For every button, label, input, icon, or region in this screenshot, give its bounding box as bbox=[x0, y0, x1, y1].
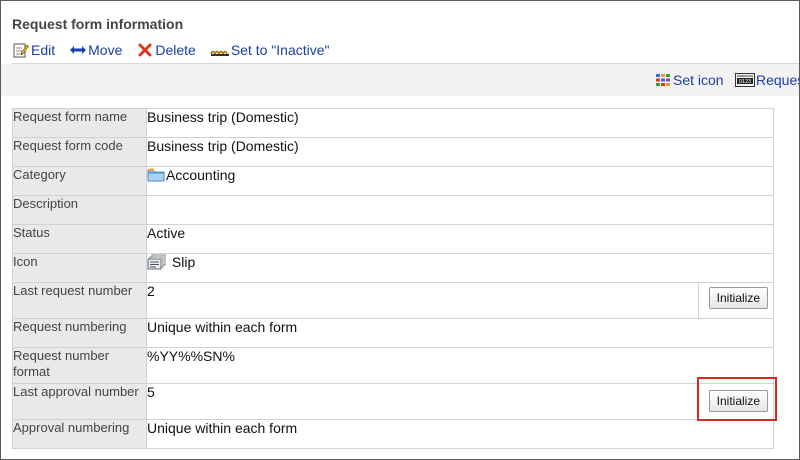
approval-numbering-value: Unique within each form bbox=[146, 419, 774, 449]
folder-icon bbox=[147, 167, 165, 186]
table-row: Request form name Business trip (Domesti… bbox=[12, 108, 774, 138]
icon-name: Slip bbox=[171, 254, 196, 270]
window-frame: Request form information Edit Move Delet… bbox=[0, 0, 800, 460]
table-row: Request numbering Unique within each for… bbox=[12, 318, 774, 348]
row-label: Request form name bbox=[12, 108, 147, 138]
edit-link[interactable]: Edit bbox=[12, 42, 55, 58]
slip-icon bbox=[147, 254, 167, 273]
initialize-approval-number-button[interactable]: Initialize bbox=[708, 390, 768, 412]
row-label: Last approval number bbox=[12, 383, 147, 420]
table-row: Icon Slip bbox=[12, 253, 774, 283]
request-number-label: Reques bbox=[756, 72, 800, 88]
row-label: Icon bbox=[12, 253, 147, 283]
move-arrows-icon bbox=[69, 42, 87, 58]
grid-icon bbox=[654, 72, 672, 88]
last-request-number-value: 2 bbox=[146, 282, 699, 319]
edit-label: Edit bbox=[31, 42, 56, 58]
action-cell: Initialize bbox=[698, 282, 774, 319]
table-row: Approval numbering Unique within each fo… bbox=[12, 419, 774, 449]
request-number-link[interactable]: 0123 Reques bbox=[735, 71, 800, 89]
set-icon-link[interactable]: Set icon bbox=[654, 71, 724, 89]
set-icon-label: Set icon bbox=[673, 72, 724, 88]
row-label: Request number format bbox=[12, 347, 147, 384]
initialize-request-number-button[interactable]: Initialize bbox=[708, 287, 768, 309]
page-title: Request form information bbox=[12, 16, 184, 32]
number-counter-icon: 0123 bbox=[735, 72, 755, 88]
row-label: Request numbering bbox=[12, 318, 147, 348]
delete-link[interactable]: Delete bbox=[136, 42, 196, 58]
description-value bbox=[146, 195, 774, 225]
row-label: Description bbox=[12, 195, 147, 225]
row-label: Status bbox=[12, 224, 147, 254]
table-row: Last approval number 5 Initialize bbox=[12, 383, 774, 420]
table-row: Request form code Business trip (Domesti… bbox=[12, 137, 774, 167]
delete-label: Delete bbox=[155, 42, 196, 58]
row-label: Last request number bbox=[12, 282, 147, 319]
request-number-format-value: %YY%%SN% bbox=[146, 347, 774, 384]
category-value-cell: Accounting bbox=[146, 166, 774, 196]
table-row: Status Active bbox=[12, 224, 774, 254]
table-row: Description bbox=[12, 195, 774, 225]
status-value: Active bbox=[146, 224, 774, 254]
move-link[interactable]: Move bbox=[69, 42, 122, 58]
request-form-name-value: Business trip (Domestic) bbox=[146, 108, 774, 138]
row-label: Approval numbering bbox=[12, 419, 147, 449]
request-numbering-value: Unique within each form bbox=[146, 318, 774, 348]
row-label: Category bbox=[12, 166, 147, 196]
svg-text:0123: 0123 bbox=[739, 79, 751, 85]
toolbar: Edit Move Delete Set to "Inactive" bbox=[12, 40, 343, 60]
delete-x-icon bbox=[136, 42, 154, 58]
set-inactive-link[interactable]: Set to "Inactive" bbox=[209, 42, 330, 58]
request-form-info-table: Request form name Business trip (Domesti… bbox=[12, 108, 774, 449]
table-row: Last request number 2 Initialize bbox=[12, 282, 774, 319]
category-link[interactable]: Accounting bbox=[166, 167, 235, 183]
inactive-icon bbox=[209, 42, 230, 58]
action-cell: Initialize bbox=[698, 383, 774, 420]
row-label: Request form code bbox=[12, 137, 147, 167]
table-row: Request number format %YY%%SN% bbox=[12, 347, 774, 384]
icon-value-cell: Slip bbox=[146, 253, 774, 283]
table-row: Category Accounting bbox=[12, 166, 774, 196]
last-approval-number-value: 5 bbox=[146, 383, 699, 420]
move-label: Move bbox=[88, 42, 123, 58]
request-form-code-value: Business trip (Domestic) bbox=[146, 137, 774, 167]
edit-icon bbox=[12, 42, 30, 58]
set-inactive-label: Set to "Inactive" bbox=[230, 42, 330, 58]
